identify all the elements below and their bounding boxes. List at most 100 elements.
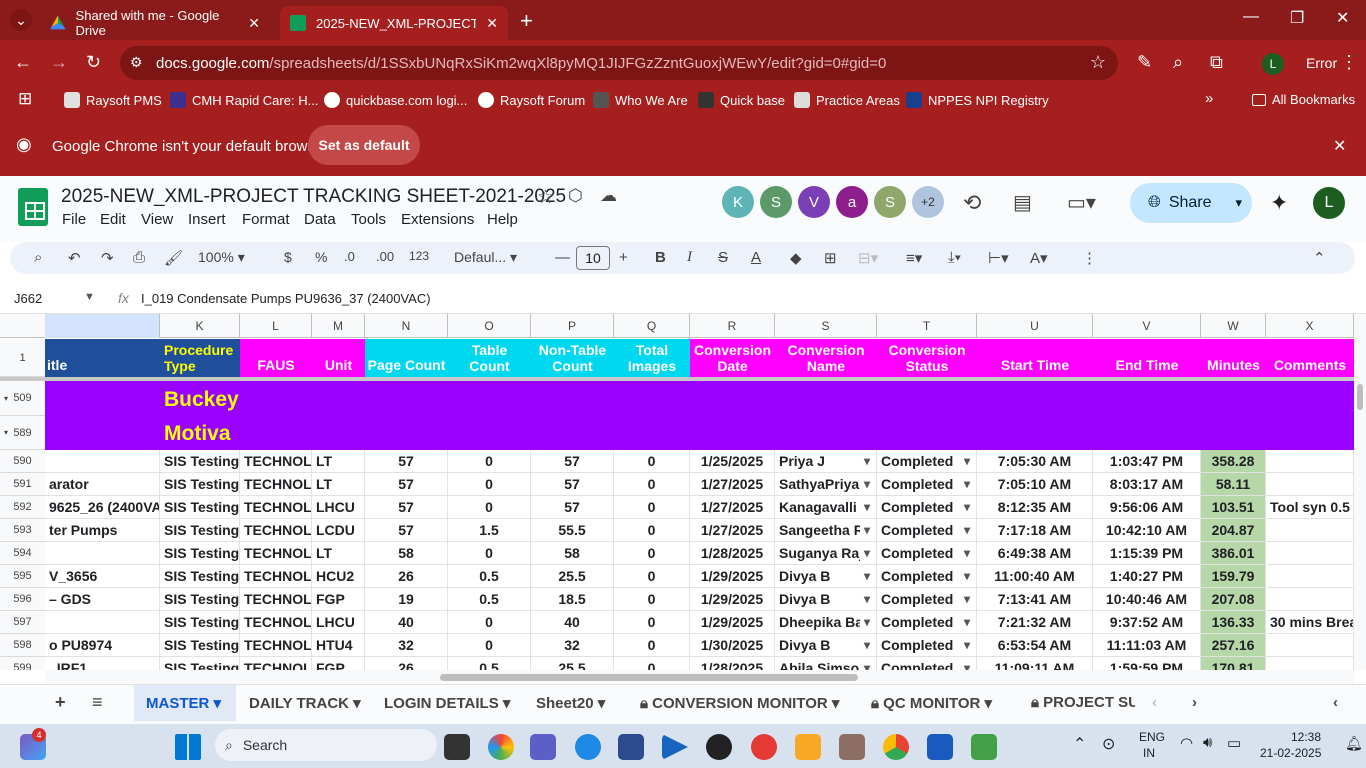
meet-icon[interactable]: ▭▾ [1067, 190, 1096, 215]
cell-u[interactable]: 7:05:10 AM [977, 473, 1093, 496]
cell-x[interactable] [1266, 657, 1354, 670]
dropdown-chevron-icon[interactable]: ▾ [859, 473, 870, 495]
cell-q[interactable]: 0 [614, 634, 690, 657]
dropdown-chevron-icon[interactable]: ▾ [859, 565, 870, 587]
text-wrapping-icon[interactable]: ⊢▾ [988, 249, 1009, 267]
fill-color-icon[interactable]: ◆ [790, 249, 802, 267]
browser-tab-sheet[interactable]: 2025-NEW_XML-PROJECT TRAC ✕ [280, 6, 508, 40]
cell-q[interactable]: 0 [614, 542, 690, 565]
cell-j[interactable] [45, 450, 160, 473]
cell-t[interactable]: Completed ▾ [877, 496, 977, 519]
cell-p[interactable]: 57 [531, 496, 614, 519]
print-icon[interactable]: ⎙ [133, 249, 145, 266]
cell-r[interactable]: 1/27/2025 [690, 519, 775, 542]
zoom-select[interactable]: 100% ▾ [198, 249, 245, 266]
cell-t[interactable]: Completed ▾ [877, 611, 977, 634]
header-cell-conversion-date[interactable]: Conversion Date [690, 339, 775, 377]
profile-avatar[interactable]: L [1262, 53, 1284, 75]
clock-date[interactable]: 21-02-2025 [1260, 746, 1321, 760]
cell-r[interactable]: 1/29/2025 [690, 565, 775, 588]
cell-r[interactable]: 1/30/2025 [690, 634, 775, 657]
scroll-tabs-right-icon[interactable]: › [1192, 694, 1197, 711]
cell-q[interactable]: 0 [614, 657, 690, 670]
cell-l[interactable]: TECHNOLOG [240, 519, 312, 542]
cell-r[interactable]: 1/29/2025 [690, 588, 775, 611]
cell-j[interactable]: – GDS [45, 588, 160, 611]
cell-r[interactable]: 1/28/2025 [690, 657, 775, 670]
expand-group-icon[interactable]: ▾ [4, 381, 8, 416]
menu-help[interactable]: Help [487, 211, 518, 228]
site-settings-icon[interactable]: ⚙ [130, 54, 143, 71]
cell-q[interactable]: 0 [614, 473, 690, 496]
sheet-tab-daily-track[interactable]: DAILY TRACK ▾ [249, 694, 361, 712]
cell-t[interactable]: Completed ▾ [877, 565, 977, 588]
cell-s[interactable]: Abila Simso ▾ [775, 657, 877, 670]
vertical-align-icon[interactable]: ⤓▾ [948, 249, 961, 266]
cell-t[interactable]: Completed ▾ [877, 473, 977, 496]
row-header[interactable]: 591 [0, 473, 45, 496]
cell-j[interactable]: _IRF1 [45, 657, 160, 670]
cell-w[interactable]: 358.28 [1201, 450, 1266, 473]
sheet-tab-login-details[interactable]: LOGIN DETAILS ▾ [384, 694, 510, 712]
cell-v[interactable]: 1:15:39 PM [1093, 542, 1201, 565]
column-header[interactable]: R [690, 314, 775, 338]
cell-o[interactable]: 0.5 [448, 588, 531, 611]
cell-s[interactable]: Sangeetha R ▾ [775, 519, 877, 542]
chrome-taskbar-icon[interactable] [883, 734, 909, 760]
cell-r[interactable]: 1/28/2025 [690, 542, 775, 565]
cell-l[interactable]: TECHNOLOG [240, 542, 312, 565]
cell-t[interactable]: Completed ▾ [877, 450, 977, 473]
collaborator-avatar[interactable]: a [836, 186, 868, 218]
cell-u[interactable]: 11:00:40 AM [977, 565, 1093, 588]
collaborator-avatar[interactable]: K [722, 186, 754, 218]
paint-format-icon[interactable]: 🖌︎ [164, 249, 183, 267]
dropdown-chevron-icon[interactable]: ▾ [859, 519, 870, 541]
cell-n[interactable]: 26 [365, 565, 448, 588]
cell-k[interactable]: SIS Testing [160, 519, 240, 542]
cell-o[interactable]: 0 [448, 542, 531, 565]
cell-v[interactable]: 1:40:27 PM [1093, 565, 1201, 588]
reload-icon[interactable]: ↻ [86, 52, 101, 73]
cell-o[interactable]: 0 [448, 450, 531, 473]
horizontal-scroll-thumb[interactable] [440, 674, 858, 681]
text-rotation-icon[interactable]: A▾ [1030, 249, 1048, 267]
row-header[interactable]: ▾ 589 [0, 416, 45, 450]
star-icon[interactable]: ☆ [537, 186, 554, 209]
decrease-decimal-button[interactable]: .0 [344, 249, 355, 264]
cell-o[interactable]: 0.5 [448, 565, 531, 588]
bookmark-raysoft-pms[interactable]: Raysoft PMS [64, 92, 162, 108]
move-icon[interactable]: ⬡ [568, 186, 583, 206]
pen-icon[interactable]: ✎ [1137, 52, 1152, 73]
cell-m[interactable]: LT [312, 450, 365, 473]
cell-n[interactable]: 19 [365, 588, 448, 611]
column-header[interactable]: L [240, 314, 312, 338]
cell-o[interactable]: 0 [448, 611, 531, 634]
row-header[interactable]: 590 [0, 450, 45, 473]
teams-icon[interactable] [530, 734, 556, 760]
column-header[interactable]: Q [614, 314, 690, 338]
cell-q[interactable]: 0 [614, 450, 690, 473]
header-cell-page-count[interactable]: Page Count [365, 339, 448, 377]
dropdown-chevron-icon[interactable]: ▾ [959, 519, 970, 541]
cell-m[interactable]: HTU4 [312, 634, 365, 657]
cell-l[interactable]: TECHNOLOG [240, 657, 312, 670]
cell-m[interactable]: FGP [312, 657, 365, 670]
cell-n[interactable]: 26 [365, 657, 448, 670]
cell-o[interactable]: 0 [448, 496, 531, 519]
cell-s[interactable]: Divya B ▾ [775, 634, 877, 657]
cell-j[interactable]: 9625_26 (2400VAC [45, 496, 160, 519]
dropdown-chevron-icon[interactable]: ▾ [959, 473, 970, 495]
dell-icon[interactable] [706, 734, 732, 760]
header-cell-table-count[interactable]: Table Count [448, 339, 531, 377]
explore-panel-icon[interactable]: ‹ [1333, 694, 1338, 711]
user-avatar[interactable]: L [1313, 187, 1345, 219]
tab-search-icon[interactable]: ⌄ [10, 9, 32, 31]
extensions-icon[interactable]: ⧉ [1210, 52, 1223, 73]
horizontal-align-icon[interactable]: ≡▾ [906, 249, 922, 267]
cell-u[interactable]: 7:21:32 AM [977, 611, 1093, 634]
vertical-scroll-thumb[interactable] [1357, 384, 1363, 410]
cell-l[interactable]: TECHNOLOG [240, 588, 312, 611]
cell-k[interactable]: SIS Testing [160, 588, 240, 611]
close-tab-icon[interactable]: ✕ [486, 15, 498, 32]
menu-extensions[interactable]: Extensions [401, 211, 474, 228]
